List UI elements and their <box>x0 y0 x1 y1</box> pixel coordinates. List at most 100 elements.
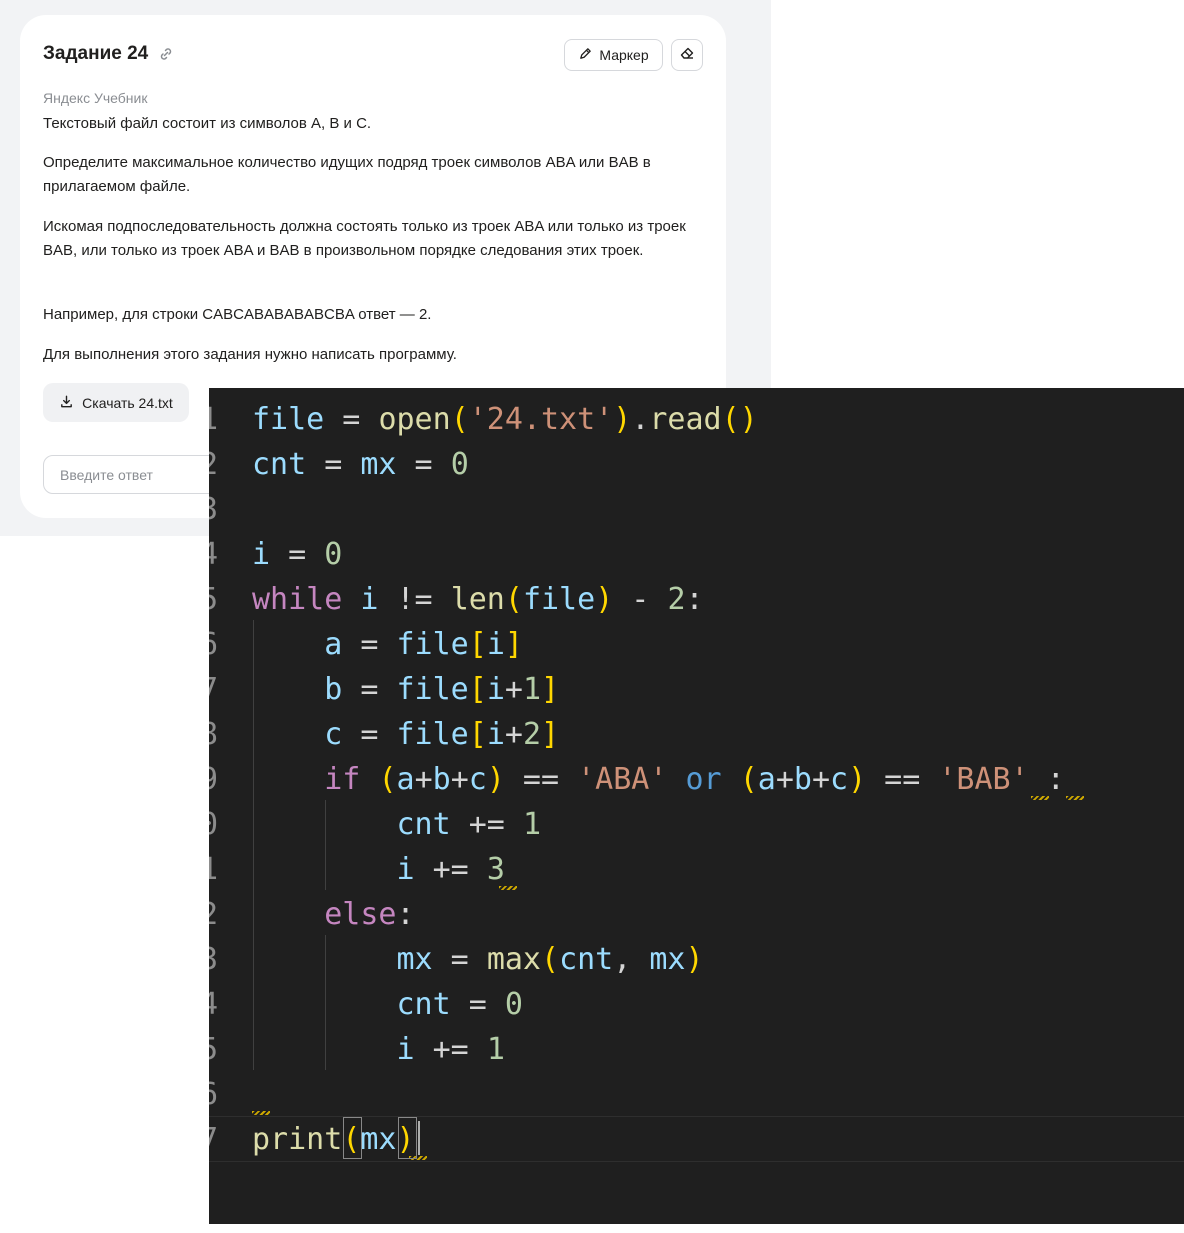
code-text: a = file[i] <box>252 622 523 667</box>
code-token: 0 <box>504 987 523 1022</box>
code-line[interactable]: 5 while i != len(file) - 2: <box>209 577 1184 622</box>
code-token: - <box>613 582 668 617</box>
code-token: 1 <box>522 672 541 707</box>
code-token: != <box>378 582 451 617</box>
code-token: file <box>252 402 325 437</box>
code-token: += <box>414 1032 487 1067</box>
code-editor[interactable]: 1file = open('24.txt').read()2cnt = mx =… <box>209 388 1184 1224</box>
eraser-icon <box>679 45 695 66</box>
line-number: 9 <box>209 757 218 802</box>
code-line[interactable]: 5 i += 1 <box>209 1027 1184 1072</box>
code-token: ( <box>739 762 758 797</box>
code-line[interactable]: 1 file = open('24.txt').read() <box>209 397 1184 442</box>
code-token: ) <box>613 402 632 437</box>
code-token: + <box>414 762 433 797</box>
code-line[interactable]: 3 <box>209 487 1184 532</box>
code-token: = <box>450 987 505 1022</box>
code-token: i <box>360 582 379 617</box>
line-number: 2 <box>209 442 218 487</box>
line-number: 1 <box>209 847 218 892</box>
line-number: 8 <box>209 712 218 757</box>
code-line[interactable]: 0 cnt += 1 <box>209 802 1184 847</box>
code-line[interactable]: 7 b = file[i+1] <box>209 667 1184 712</box>
code-token: ( <box>504 582 523 617</box>
code-line[interactable]: 6 a = file[i] <box>209 622 1184 667</box>
code-token: len <box>450 582 505 617</box>
line-number: 0 <box>209 802 218 847</box>
code-token: b <box>793 762 812 797</box>
code-line[interactable]: 3 mx = max(cnt, mx) <box>209 937 1184 982</box>
code-token: [ <box>468 627 487 662</box>
download-label: Скачать 24.txt <box>82 394 173 411</box>
code-token: 1 <box>522 807 541 842</box>
line-number: 1 <box>209 397 218 442</box>
code-text: mx = max(cnt, mx) <box>252 937 704 982</box>
code-token: a <box>324 627 343 662</box>
code-token: file <box>522 582 596 617</box>
line-number: 5 <box>209 1027 218 1072</box>
code-token: i <box>486 627 505 662</box>
code-token: i <box>252 537 271 572</box>
code-token: '24.txt' <box>468 402 614 437</box>
code-token: = <box>342 672 397 707</box>
code-token: b <box>432 762 451 797</box>
task-source: Яндекс Учебник <box>43 90 148 106</box>
code-token: += <box>450 807 523 842</box>
code-token: 'ABA' <box>577 762 668 797</box>
code-token: open <box>378 402 451 437</box>
code-token: , <box>613 942 650 977</box>
code-text: i += 1 <box>252 1027 505 1072</box>
code-token: mx <box>360 447 397 482</box>
code-text: c = file[i+2] <box>252 712 559 757</box>
code-token: c <box>324 717 343 752</box>
code-line[interactable]: 1 i += 3 <box>209 847 1184 892</box>
code-text: cnt = mx = 0 <box>252 442 469 487</box>
marker-button[interactable]: Маркер <box>564 39 663 71</box>
code-token: ( <box>541 942 560 977</box>
warning-squiggle <box>499 886 517 890</box>
code-token: mx <box>360 1122 397 1157</box>
code-line[interactable]: 6 <box>209 1072 1184 1117</box>
code-token: i <box>396 1032 415 1067</box>
code-token: += <box>414 852 487 887</box>
code-token: + <box>504 672 523 707</box>
code-token: i <box>486 672 505 707</box>
code-line[interactable]: 8 c = file[i+2] <box>209 712 1184 757</box>
code-token: = <box>270 537 325 572</box>
code-line[interactable]: 4 cnt = 0 <box>209 982 1184 1027</box>
task-title: Задание 24 <box>43 43 149 64</box>
code-token: mx <box>396 942 433 977</box>
code-token: 0 <box>450 447 469 482</box>
code-token: () <box>721 402 758 437</box>
eraser-button[interactable] <box>671 39 703 71</box>
code-token: cnt <box>252 447 307 482</box>
code-token: file <box>396 672 469 707</box>
code-token: max <box>486 942 541 977</box>
bracket-match-highlight <box>343 1117 362 1159</box>
code-token: read <box>649 402 722 437</box>
code-token: cnt <box>559 942 614 977</box>
code-token: ) <box>486 762 505 797</box>
code-text: cnt += 1 <box>252 802 542 847</box>
code-line[interactable]: 4i = 0 <box>209 532 1184 577</box>
download-button[interactable]: Скачать 24.txt <box>43 383 189 422</box>
code-token: mx <box>649 942 686 977</box>
code-line[interactable]: 2 cnt = mx = 0 <box>209 442 1184 487</box>
code-token: ( <box>450 402 469 437</box>
code-token: + <box>811 762 830 797</box>
code-token: file <box>396 627 469 662</box>
code-line[interactable]: 2 else: <box>209 892 1184 937</box>
code-text: b = file[i+1] <box>252 667 559 712</box>
code-token: 1 <box>486 1032 505 1067</box>
code-token: ] <box>541 672 560 707</box>
marker-label: Маркер <box>599 47 649 63</box>
code-text: i = 0 <box>252 532 342 577</box>
link-icon[interactable] <box>158 46 174 62</box>
